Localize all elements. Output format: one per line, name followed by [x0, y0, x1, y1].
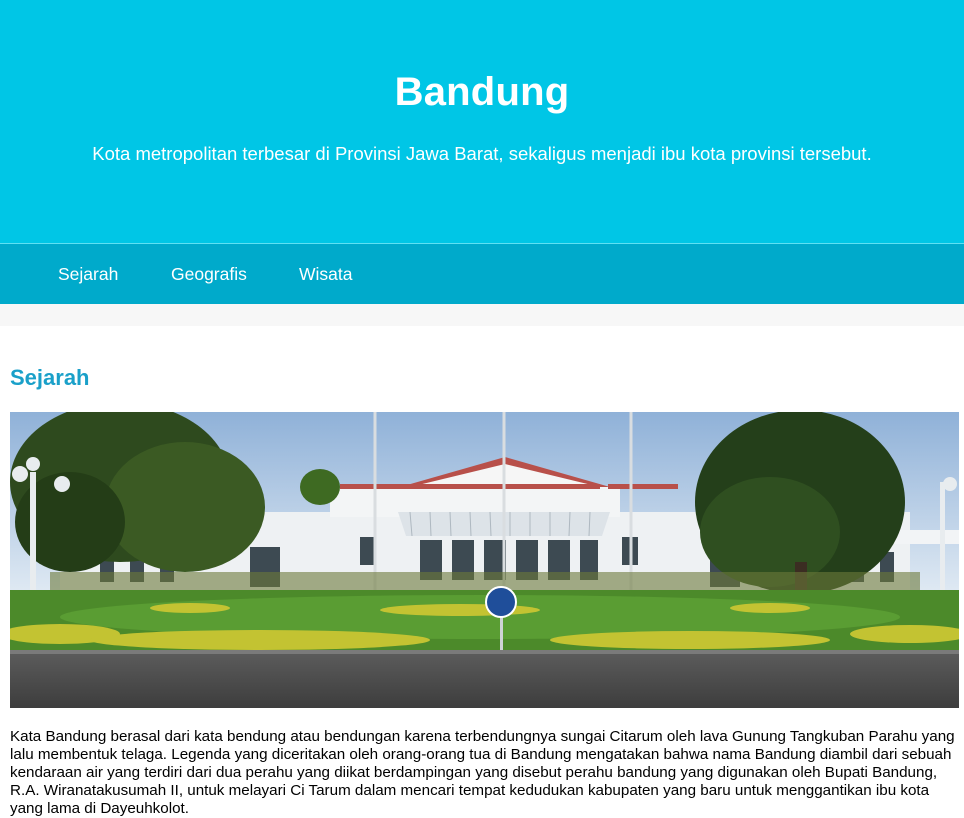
section-paragraph: Kata Bandung berasal dari kata bendung a… [10, 728, 955, 817]
nav-item-sejarah[interactable]: Sejarah [58, 264, 118, 285]
site-header: Bandung Kota metropolitan terbesar di Pr… [0, 0, 964, 243]
site-subtitle: Kota metropolitan terbesar di Provinsi J… [92, 143, 872, 164]
section-title: Sejarah [10, 365, 90, 390]
content-top-band [0, 304, 964, 326]
site-title: Bandung [394, 70, 570, 114]
nav-item-wisata[interactable]: Wisata [299, 264, 352, 285]
main-nav: Sejarah Geografis Wisata [0, 243, 964, 304]
nav-item-geografis[interactable]: Geografis [171, 264, 247, 285]
section-photo [10, 412, 959, 708]
